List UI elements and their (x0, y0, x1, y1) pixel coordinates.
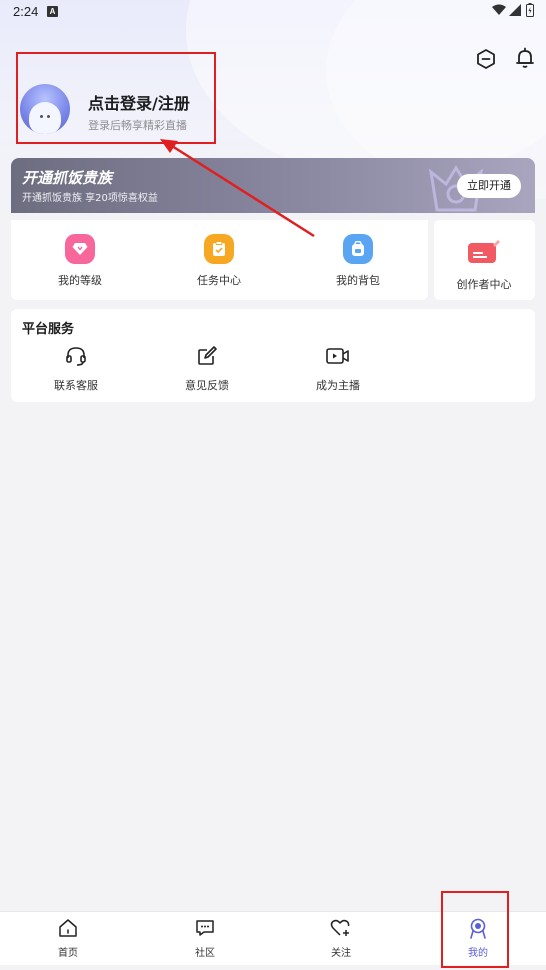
annotation-arrow (160, 139, 315, 238)
